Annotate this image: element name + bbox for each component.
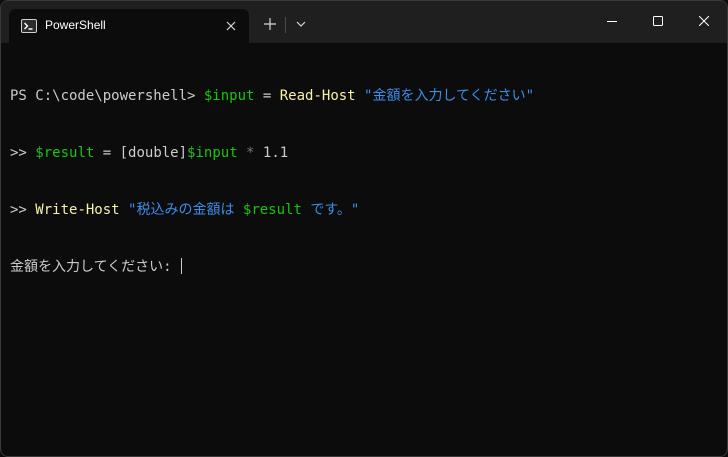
terminal-output[interactable]: PS C:\code\powershell> $input = Read-Hos…: [10, 49, 720, 449]
string-literal: です。": [301, 202, 360, 218]
string-literal: "金額を入力してください": [364, 88, 535, 104]
close-icon: [699, 16, 709, 26]
plus-icon[interactable]: [262, 16, 278, 32]
terminal-line: >> $result = [double]$input * 1.1: [10, 144, 720, 163]
operator: =: [254, 88, 280, 104]
prompt: PS C:\code\powershell>: [10, 88, 204, 104]
tab-title: PowerShell: [45, 18, 106, 32]
minimize-icon: [607, 21, 617, 22]
string-literal: "税込みの金額は: [128, 202, 243, 218]
minimize-button[interactable]: [589, 1, 635, 43]
terminal-line: PS C:\code\powershell> $input = Read-Hos…: [10, 87, 720, 106]
command: Read-Host: [279, 88, 356, 104]
variable: $result: [35, 145, 95, 161]
tab-separator: [285, 17, 286, 33]
continuation-prompt: >>: [10, 145, 36, 161]
chevron-down-icon[interactable]: [294, 17, 308, 31]
tab-powershell[interactable]: PowerShell: [9, 9, 249, 43]
terminal-line: >> Write-Host "税込みの金額は $result です。": [10, 201, 720, 220]
powershell-icon: [21, 19, 37, 33]
operator: *: [237, 145, 263, 161]
maximize-button[interactable]: [635, 1, 681, 43]
terminal-window: PowerShell PS C:\code\powershell> $input…: [0, 0, 728, 457]
type-cast: [double]: [119, 145, 188, 161]
maximize-icon: [653, 16, 663, 26]
command: Write-Host: [35, 202, 120, 218]
terminal-line: 金額を入力してください:: [10, 258, 720, 277]
variable: $input: [203, 88, 255, 104]
variable: $result: [242, 202, 302, 218]
variable: $input: [187, 145, 238, 161]
window-close-button[interactable]: [681, 1, 727, 43]
continuation-prompt: >>: [10, 202, 36, 218]
input-prompt-text: 金額を入力してください:: [10, 259, 181, 275]
text-cursor: [181, 258, 183, 274]
number-literal: 1.1: [262, 145, 289, 161]
close-icon[interactable]: [223, 18, 239, 34]
title-bar: PowerShell: [1, 1, 727, 43]
operator: =: [94, 145, 120, 161]
